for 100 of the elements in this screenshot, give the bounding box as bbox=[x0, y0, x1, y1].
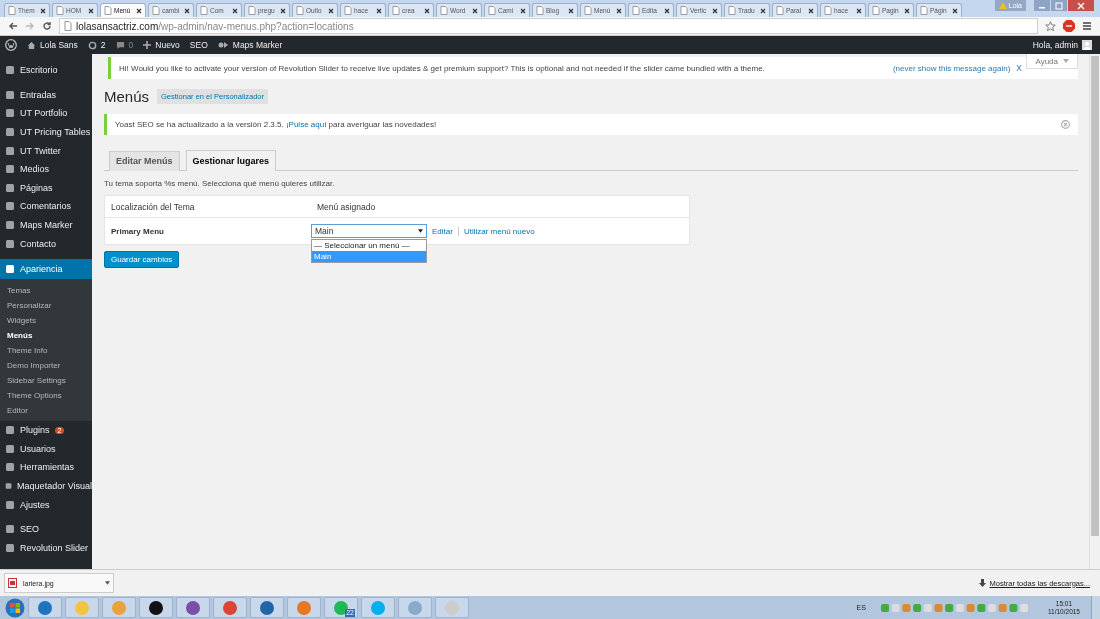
sidebar-item[interactable]: SEO bbox=[0, 519, 92, 539]
site-menu[interactable]: Lola Sans bbox=[27, 40, 78, 50]
plus-icon bbox=[143, 41, 152, 49]
close-icon[interactable] bbox=[808, 7, 814, 14]
submenu-item[interactable]: Widgets bbox=[0, 312, 92, 328]
close-icon[interactable] bbox=[40, 7, 46, 14]
comments-link[interactable]: 0 bbox=[115, 40, 134, 50]
row-link[interactable]: Utilizar menú nuevo bbox=[463, 226, 535, 236]
start-orb-icon[interactable] bbox=[5, 597, 25, 618]
close-icon[interactable] bbox=[568, 7, 574, 14]
close-icon[interactable] bbox=[520, 7, 526, 14]
wordpress-logo-icon[interactable] bbox=[5, 39, 17, 51]
close-icon[interactable] bbox=[616, 7, 622, 14]
new-content-link[interactable]: Nuevo bbox=[143, 40, 180, 50]
row-link[interactable]: Editar bbox=[432, 226, 453, 236]
caret-icon bbox=[1063, 59, 1069, 63]
scrollbar[interactable] bbox=[1089, 54, 1100, 569]
close-icon[interactable] bbox=[136, 7, 142, 14]
close-icon[interactable] bbox=[376, 7, 382, 14]
close-icon[interactable] bbox=[328, 7, 334, 14]
page-icon bbox=[8, 6, 16, 15]
table-cell-text: Primary Menu bbox=[110, 226, 165, 236]
map-marker-icon bbox=[217, 41, 229, 49]
page-icon bbox=[440, 6, 448, 15]
square-icon bbox=[5, 108, 15, 119]
submenu-item[interactable]: Sidebar Settings bbox=[0, 372, 92, 388]
back-icon[interactable] bbox=[8, 21, 18, 31]
taskbar-button[interactable] bbox=[139, 597, 173, 618]
notice-link[interactable]: ¡Pulse aquí bbox=[285, 120, 327, 129]
menu-icon[interactable] bbox=[1082, 21, 1092, 31]
circle-icon bbox=[37, 599, 53, 616]
sidebar-item[interactable]: Revolution Slider bbox=[0, 538, 92, 558]
sidebar-item[interactable]: Medios bbox=[0, 159, 92, 179]
page-icon bbox=[152, 6, 160, 15]
close-icon[interactable] bbox=[856, 7, 862, 14]
page-icon bbox=[536, 6, 544, 15]
sidebar-item[interactable]: Contacto bbox=[0, 234, 92, 253]
submenu-item[interactable]: Temas bbox=[0, 282, 92, 298]
page-icon bbox=[104, 6, 112, 15]
close-icon[interactable] bbox=[88, 7, 94, 14]
sidebar-item[interactable]: Maquetador Visual bbox=[0, 476, 92, 496]
sidebar-item[interactable]: Apariencia bbox=[0, 258, 92, 279]
circle-icon bbox=[111, 599, 127, 616]
account-menu[interactable]: Hola, admin bbox=[1032, 40, 1092, 50]
menu-select[interactable]: Main bbox=[311, 224, 427, 238]
close-icon bbox=[1077, 1, 1085, 10]
close-icon[interactable] bbox=[664, 7, 670, 14]
circle-icon bbox=[148, 599, 164, 616]
speech-bubble-icon bbox=[115, 40, 125, 50]
sidebar-item[interactable]: Ajustes bbox=[0, 495, 92, 514]
square-icon bbox=[5, 443, 15, 454]
updates-link[interactable]: 2 bbox=[87, 40, 106, 50]
submenu-item[interactable]: Personalizar bbox=[0, 297, 92, 313]
home-icon bbox=[27, 40, 36, 50]
star-icon[interactable] bbox=[1045, 20, 1056, 32]
save-button[interactable]: Guardar cambios bbox=[104, 251, 180, 268]
sidebar-item[interactable]: Herramientas bbox=[0, 458, 92, 477]
seo-link[interactable]: SEO bbox=[189, 40, 208, 50]
stop-sign-icon[interactable] bbox=[1063, 20, 1075, 32]
submenu-item[interactable]: Theme Options bbox=[0, 387, 92, 403]
circle-icon bbox=[444, 599, 460, 616]
maps-marker-link[interactable]: Maps Marker bbox=[217, 40, 283, 50]
help-tab[interactable]: Ayuda bbox=[1026, 54, 1078, 69]
sidebar-item[interactable]: Escritorio bbox=[0, 61, 92, 80]
dismiss-link[interactable]: (never show this message again) bbox=[892, 63, 1011, 73]
caret-icon[interactable] bbox=[105, 581, 110, 585]
sidebar-item[interactable]: Maps Marker bbox=[0, 215, 92, 235]
close-window-button[interactable] bbox=[1068, 0, 1094, 11]
sidebar-item[interactable]: Comentarios bbox=[0, 197, 92, 216]
nav-tab[interactable]: Gestionar lugares bbox=[185, 150, 277, 171]
close-icon[interactable] bbox=[904, 7, 910, 14]
sidebar-item[interactable]: Usuarios bbox=[0, 439, 92, 459]
square-icon bbox=[5, 524, 15, 535]
close-icon[interactable] bbox=[280, 7, 286, 14]
nav-tab[interactable]: Editar Menús bbox=[109, 151, 180, 171]
close-icon[interactable] bbox=[184, 7, 190, 14]
dropdown-option[interactable]: — Seleccionar un menú — bbox=[312, 240, 426, 251]
close-icon[interactable] bbox=[424, 7, 430, 14]
close-icon[interactable] bbox=[472, 7, 478, 14]
sidebar-item[interactable]: UT Pricing Tables bbox=[0, 122, 92, 142]
dismiss-x[interactable]: X bbox=[1016, 63, 1022, 73]
page-icon bbox=[344, 6, 352, 15]
submenu-item[interactable]: Editor bbox=[0, 402, 92, 418]
submenu-item[interactable]: Demo Importer bbox=[0, 357, 92, 373]
url-text: lolasansactriz.com/wp-admin/nav-menus.php?action=locations bbox=[76, 20, 354, 32]
sidebar-item[interactable]: UT Portfolio bbox=[0, 104, 92, 123]
address-field[interactable]: lolasansactriz.com/wp-admin/nav-menus.php?action=locations bbox=[59, 18, 1038, 34]
close-icon[interactable] bbox=[712, 7, 718, 14]
close-icon[interactable] bbox=[952, 7, 958, 14]
sidebar-item[interactable]: Entradas bbox=[0, 85, 92, 105]
close-icon[interactable] bbox=[760, 7, 766, 14]
submenu-item[interactable]: Menús bbox=[0, 327, 92, 343]
column-header: Localización del Tema bbox=[110, 201, 196, 212]
reload-icon[interactable] bbox=[42, 21, 52, 31]
image-file-icon bbox=[8, 578, 17, 588]
page-icon bbox=[248, 6, 256, 15]
sidebar-item[interactable]: Páginas bbox=[0, 178, 92, 198]
sidebar-item[interactable]: UT Twitter bbox=[0, 141, 92, 160]
close-icon[interactable] bbox=[232, 7, 238, 14]
submenu-item[interactable]: Theme Info bbox=[0, 342, 92, 358]
